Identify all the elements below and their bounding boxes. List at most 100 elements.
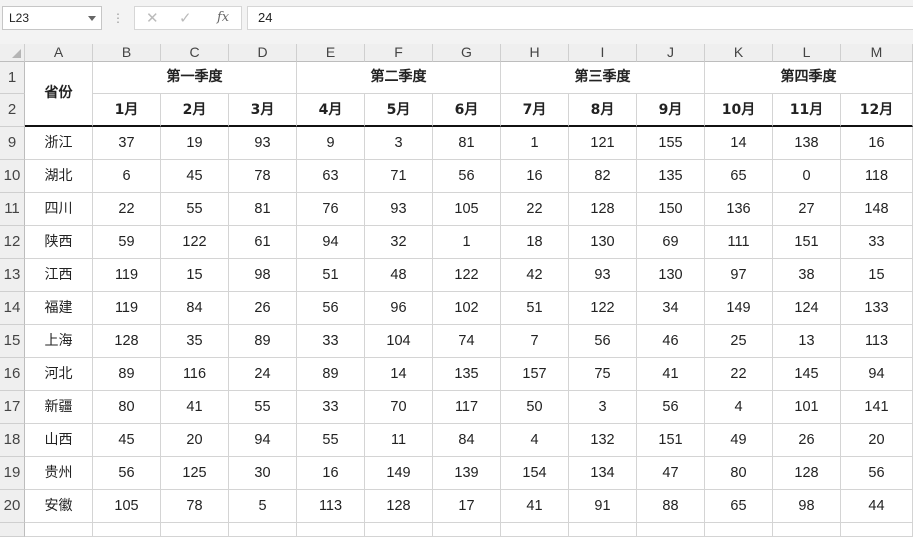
row-header-14[interactable]: 14 (0, 292, 25, 325)
value-cell[interactable]: 56 (433, 160, 501, 193)
value-cell[interactable]: 128 (365, 490, 433, 523)
row-header-19[interactable]: 19 (0, 457, 25, 490)
column-header-l[interactable]: L (773, 44, 841, 62)
province-cell[interactable]: 四川 (25, 193, 93, 226)
column-header-a[interactable]: A (25, 44, 93, 62)
province-cell[interactable]: 江西 (25, 259, 93, 292)
value-cell[interactable]: 48 (365, 259, 433, 292)
value-cell[interactable]: 122 (569, 292, 637, 325)
value-cell[interactable]: 84 (161, 292, 229, 325)
value-cell[interactable]: 130 (569, 226, 637, 259)
partial-row-cell[interactable] (229, 523, 297, 537)
column-header-g[interactable]: G (433, 44, 501, 62)
province-cell[interactable]: 山西 (25, 424, 93, 457)
value-cell[interactable]: 44 (841, 490, 913, 523)
partial-row-cell[interactable] (773, 523, 841, 537)
row-header-partial[interactable] (0, 523, 25, 537)
header-month[interactable]: 11月 (773, 94, 841, 127)
value-cell[interactable]: 27 (773, 193, 841, 226)
value-cell[interactable]: 104 (365, 325, 433, 358)
partial-row-cell[interactable] (25, 523, 93, 537)
header-month[interactable]: 12月 (841, 94, 913, 127)
partial-row-cell[interactable] (93, 523, 161, 537)
header-quarter[interactable]: 第二季度 (297, 62, 501, 94)
value-cell[interactable]: 136 (705, 193, 773, 226)
value-cell[interactable]: 65 (705, 490, 773, 523)
value-cell[interactable]: 113 (297, 490, 365, 523)
partial-row-cell[interactable] (161, 523, 229, 537)
value-cell[interactable]: 81 (433, 127, 501, 160)
header-month[interactable]: 2月 (161, 94, 229, 127)
value-cell[interactable]: 97 (705, 259, 773, 292)
value-cell[interactable]: 32 (365, 226, 433, 259)
header-month[interactable]: 8月 (569, 94, 637, 127)
value-cell[interactable]: 9 (297, 127, 365, 160)
value-cell[interactable]: 26 (773, 424, 841, 457)
value-cell[interactable]: 45 (93, 424, 161, 457)
header-month[interactable]: 1月 (93, 94, 161, 127)
column-header-k[interactable]: K (705, 44, 773, 62)
column-header-e[interactable]: E (297, 44, 365, 62)
cancel-icon[interactable]: ✕ (146, 9, 159, 27)
chevron-down-icon[interactable] (88, 16, 96, 21)
value-cell[interactable]: 157 (501, 358, 569, 391)
value-cell[interactable]: 14 (705, 127, 773, 160)
value-cell[interactable]: 98 (229, 259, 297, 292)
value-cell[interactable]: 117 (433, 391, 501, 424)
insert-function-icon[interactable]: fx (217, 10, 229, 25)
value-cell[interactable]: 91 (569, 490, 637, 523)
partial-row-cell[interactable] (501, 523, 569, 537)
value-cell[interactable]: 38 (773, 259, 841, 292)
value-cell[interactable]: 119 (93, 259, 161, 292)
value-cell[interactable]: 49 (705, 424, 773, 457)
value-cell[interactable]: 4 (501, 424, 569, 457)
value-cell[interactable]: 59 (93, 226, 161, 259)
value-cell[interactable]: 26 (229, 292, 297, 325)
value-cell[interactable]: 141 (841, 391, 913, 424)
value-cell[interactable]: 11 (365, 424, 433, 457)
value-cell[interactable]: 89 (229, 325, 297, 358)
value-cell[interactable]: 65 (705, 160, 773, 193)
row-header-20[interactable]: 20 (0, 490, 25, 523)
column-header-i[interactable]: I (569, 44, 637, 62)
value-cell[interactable]: 15 (161, 259, 229, 292)
row-header-2[interactable]: 2 (0, 94, 25, 127)
partial-row-cell[interactable] (705, 523, 773, 537)
value-cell[interactable]: 55 (229, 391, 297, 424)
province-cell[interactable]: 陕西 (25, 226, 93, 259)
province-cell[interactable]: 上海 (25, 325, 93, 358)
partial-row-cell[interactable] (841, 523, 913, 537)
column-header-d[interactable]: D (229, 44, 297, 62)
value-cell[interactable]: 6 (93, 160, 161, 193)
partial-row-cell[interactable] (433, 523, 501, 537)
value-cell[interactable]: 122 (433, 259, 501, 292)
value-cell[interactable]: 93 (569, 259, 637, 292)
value-cell[interactable]: 24 (229, 358, 297, 391)
value-cell[interactable]: 94 (229, 424, 297, 457)
value-cell[interactable]: 69 (637, 226, 705, 259)
value-cell[interactable]: 16 (297, 457, 365, 490)
value-cell[interactable]: 154 (501, 457, 569, 490)
value-cell[interactable]: 63 (297, 160, 365, 193)
value-cell[interactable]: 84 (433, 424, 501, 457)
value-cell[interactable]: 135 (433, 358, 501, 391)
value-cell[interactable]: 116 (161, 358, 229, 391)
value-cell[interactable]: 98 (773, 490, 841, 523)
value-cell[interactable]: 128 (569, 193, 637, 226)
value-cell[interactable]: 47 (637, 457, 705, 490)
header-month[interactable]: 9月 (637, 94, 705, 127)
row-header-15[interactable]: 15 (0, 325, 25, 358)
value-cell[interactable]: 33 (297, 325, 365, 358)
row-header-11[interactable]: 11 (0, 193, 25, 226)
value-cell[interactable]: 46 (637, 325, 705, 358)
value-cell[interactable]: 7 (501, 325, 569, 358)
value-cell[interactable]: 3 (365, 127, 433, 160)
value-cell[interactable]: 75 (569, 358, 637, 391)
value-cell[interactable]: 81 (229, 193, 297, 226)
value-cell[interactable]: 88 (637, 490, 705, 523)
value-cell[interactable]: 22 (501, 193, 569, 226)
value-cell[interactable]: 138 (773, 127, 841, 160)
partial-row-cell[interactable] (569, 523, 637, 537)
column-header-f[interactable]: F (365, 44, 433, 62)
value-cell[interactable]: 70 (365, 391, 433, 424)
